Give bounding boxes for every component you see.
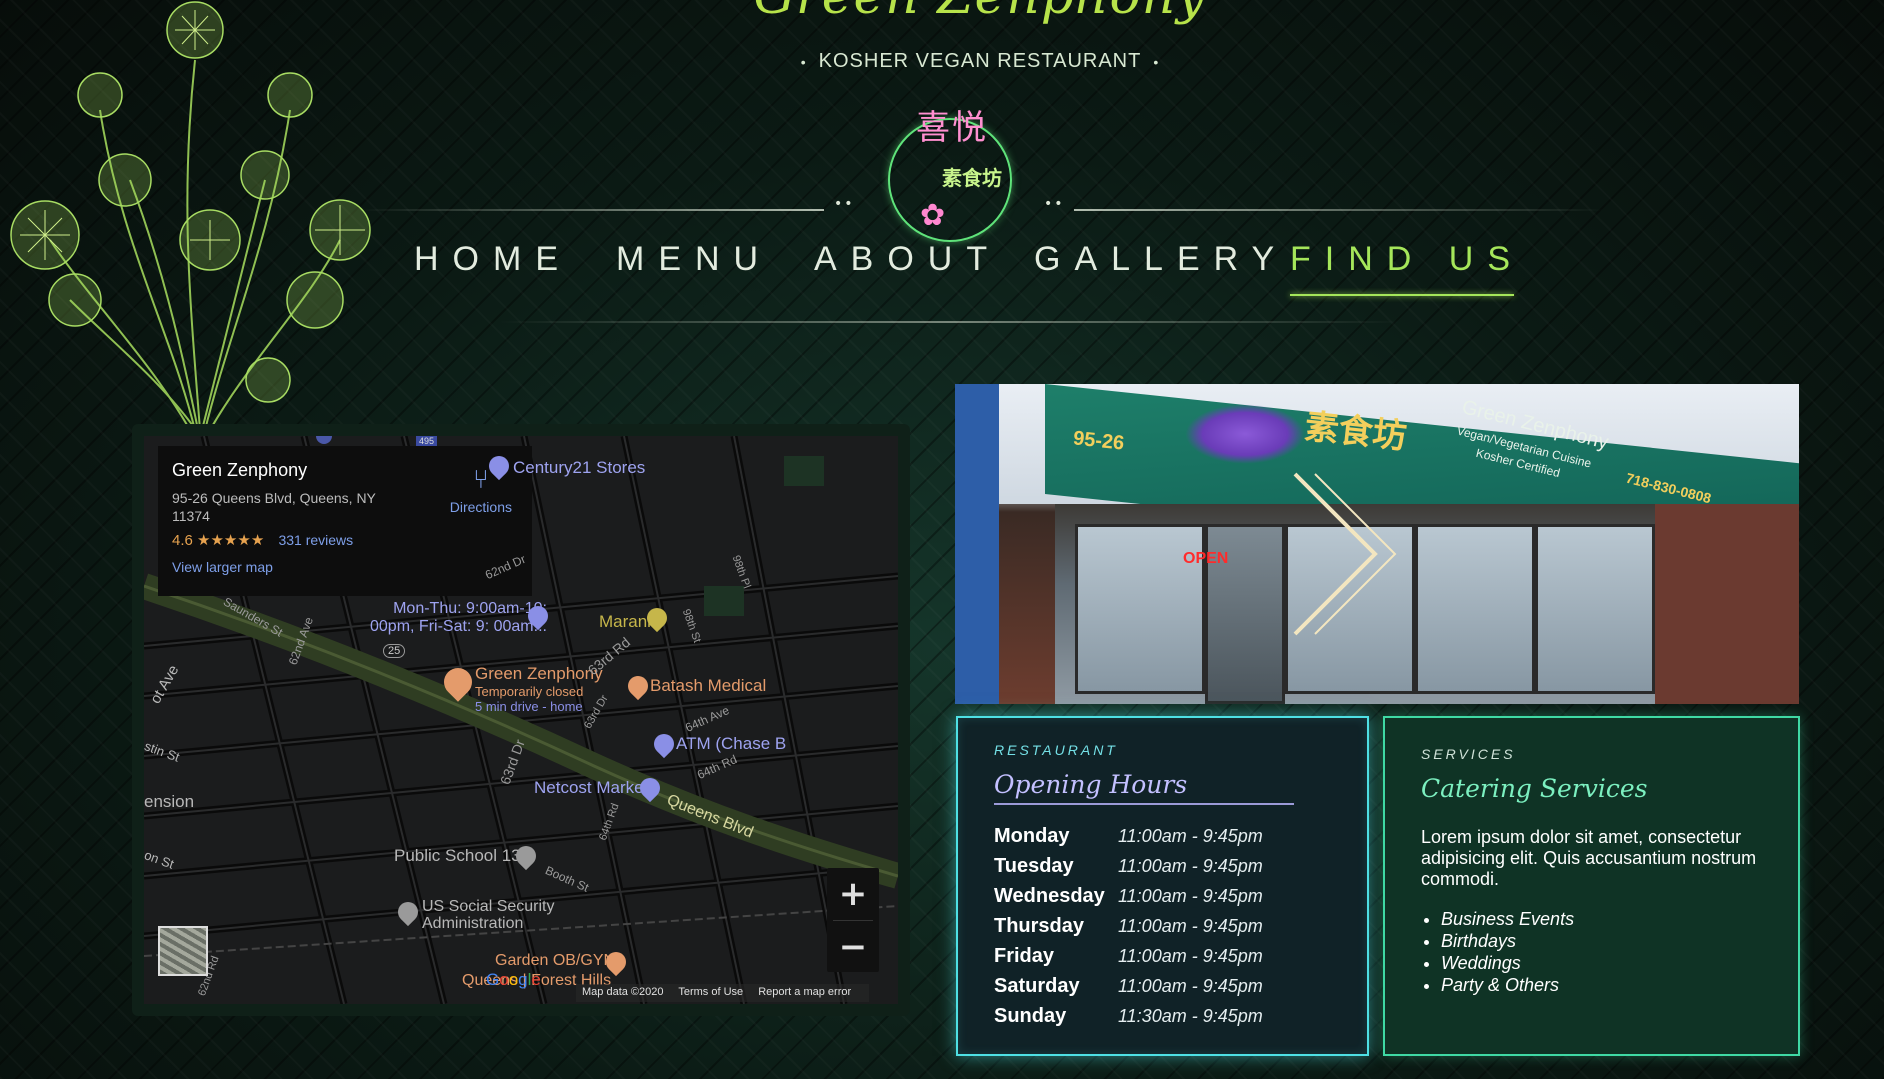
subtitle-text: KOSHER VEGAN RESTAURANT — [818, 50, 1142, 72]
map-label-garden-obgyn[interactable]: Garden OB/GYN — [495, 952, 615, 970]
photo-neon-chevron — [1293, 472, 1397, 636]
nav-dots-left: •• — [834, 196, 855, 212]
hours-day: Wednesday — [994, 884, 1105, 907]
zoom-in-button[interactable]: + — [827, 868, 879, 920]
hours-time: 11:30am - 9:45pm — [1118, 1005, 1263, 1026]
restaurant-logo[interactable]: 喜悦 素食坊 ✿ — [888, 100, 1012, 242]
map-place-address: 95-26 Queens Blvd, Queens, NY 11374 — [172, 490, 376, 524]
list-item: Business Events — [1441, 908, 1762, 930]
map-label-century21[interactable]: Century21 Stores — [513, 458, 645, 478]
hours-day: Saturday — [994, 974, 1080, 997]
map-label-public-school[interactable]: Public School 139 — [394, 846, 530, 866]
map-label-atm[interactable]: ATM (Chase B — [676, 734, 786, 754]
nav-about[interactable]: ABOUT — [814, 240, 1001, 279]
photo-open-sign: OPEN — [1183, 550, 1229, 567]
map-rating: 4.6 ★★★★★ 331 reviews — [172, 531, 518, 549]
route-25-shield: 25 — [383, 644, 406, 658]
photo-blue-post — [955, 384, 999, 704]
nav-menu[interactable]: MENU — [616, 240, 772, 279]
highway-495-shield: 495 — [416, 436, 438, 446]
hours-row: Friday 11:00am - 9:45pm — [994, 941, 1331, 971]
report-map-error-link[interactable]: Report a map error — [758, 986, 851, 998]
storefront-photo: 95-26 素食坊 Green Zenphony Vegan/Vegetaria… — [955, 384, 1799, 704]
nav-home[interactable]: HOME — [414, 240, 572, 279]
services-list: Business Events Birthdays Weddings Party… — [1421, 908, 1762, 996]
map-label-drive-time: 5 min drive - home — [475, 699, 583, 714]
map-label-ssa[interactable]: US Social Security Administration — [422, 898, 555, 932]
list-item: Party & Others — [1441, 974, 1762, 996]
map-label-batash[interactable]: Batash Medical — [650, 676, 766, 696]
map-label-netcost[interactable]: Netcost Market — [534, 778, 648, 798]
hours-day: Friday — [994, 944, 1055, 967]
nav-line-right — [1074, 209, 1604, 211]
google-logo: Google — [486, 970, 541, 989]
hours-time: 11:00am - 9:45pm — [1118, 885, 1263, 906]
photo-sign-chinese: 素食坊 — [1302, 407, 1409, 457]
site-title: Green Zenphony — [720, 0, 1240, 26]
star-icons: ★★★★★ — [197, 532, 265, 549]
services-eyebrow: SERVICES — [1421, 746, 1516, 762]
photo-brick — [1655, 504, 1799, 704]
hours-row: Tuesday 11:00am - 9:45pm — [994, 851, 1331, 881]
subtitle-dot-left: • — [800, 54, 807, 70]
hours-row: Monday 11:00am - 9:45pm — [994, 821, 1331, 851]
catering-services-card: SERVICES Catering Services Lorem ipsum d… — [1383, 716, 1800, 1056]
map-footer: Map data ©2020 Terms of Use Report a map… — [576, 984, 870, 1002]
nav-find-us[interactable]: FIND US — [1290, 240, 1524, 296]
hours-row: Saturday 11:00am - 9:45pm — [994, 971, 1331, 1001]
opening-hours-card: RESTAURANT Opening Hours Monday 11:00am … — [956, 716, 1369, 1056]
hours-row: Thursday 11:00am - 9:45pm — [994, 911, 1331, 941]
services-description: Lorem ipsum dolor sit amet, consectetur … — [1421, 827, 1757, 889]
reviews-link[interactable]: 331 reviews — [278, 532, 353, 548]
lotus-flowers-illustration — [10, 1, 371, 430]
hours-day: Sunday — [994, 1004, 1067, 1027]
view-larger-map-link[interactable]: View larger map — [172, 559, 518, 575]
map-data-credit: Map data ©2020 — [582, 986, 664, 998]
map-label-temporarily-closed: Temporarily closed — [475, 684, 584, 699]
hours-row: Sunday 11:30am - 9:45pm — [994, 1001, 1331, 1031]
hours-day: Thursday — [994, 914, 1085, 937]
nav-dots-right: •• — [1044, 196, 1065, 212]
terms-of-use-link[interactable]: Terms of Use — [678, 986, 743, 998]
hours-time: 11:00am - 9:45pm — [1118, 975, 1263, 996]
rating-value: 4.6 — [172, 532, 193, 549]
embedded-map[interactable]: Green Zenphony 95-26 Queens Blvd, Queens… — [132, 424, 910, 1016]
lotus-icon: ✿ — [920, 198, 946, 233]
map-label-hours: Mon-Thu: 9:00am-10: 00pm, Fri-Sat: 9: 00… — [370, 600, 547, 635]
nav-gallery[interactable]: GALLERY — [1034, 240, 1288, 279]
hours-table: Monday 11:00am - 9:45pm Tuesday 11:00am … — [994, 821, 1331, 1031]
photo-window — [1415, 524, 1535, 694]
list-item: Weddings — [1441, 952, 1762, 974]
hours-title: Opening Hours — [994, 770, 1294, 805]
main-nav: HOME MENU ABOUT GALLERY FIND US — [400, 240, 1514, 300]
logo-chinese-mid: 素食坊 — [942, 166, 1002, 190]
hours-time: 11:00am - 9:45pm — [1118, 915, 1263, 936]
hours-time: 11:00am - 9:45pm — [1118, 825, 1263, 846]
list-item: Birthdays — [1441, 930, 1762, 952]
nav-underline-divider — [500, 321, 1400, 323]
map-label-ension: ension — [144, 792, 195, 811]
satellite-toggle-thumbnail[interactable] — [158, 926, 208, 976]
map-label-green-zenphony[interactable]: Green Zenphony — [475, 664, 603, 684]
subtitle-dot-right: • — [1153, 54, 1160, 70]
hours-day: Monday — [994, 824, 1070, 847]
hours-time: 11:00am - 9:45pm — [1118, 945, 1263, 966]
directions-label: Directions — [449, 499, 512, 515]
map-info-card: Green Zenphony 95-26 Queens Blvd, Queens… — [158, 446, 532, 596]
photo-lotus-logo — [1185, 404, 1305, 464]
nav-line-left — [360, 209, 824, 211]
services-title: Catering Services — [1421, 774, 1648, 803]
site-subtitle: • KOSHER VEGAN RESTAURANT • — [780, 50, 1180, 73]
zoom-controls: + − — [827, 868, 879, 972]
photo-window — [1535, 524, 1655, 694]
logo-chinese-top: 喜悦 — [916, 108, 988, 148]
zoom-out-button[interactable]: − — [827, 921, 879, 973]
map-canvas[interactable]: Green Zenphony 95-26 Queens Blvd, Queens… — [144, 436, 898, 1004]
hours-time: 11:00am - 9:45pm — [1118, 855, 1263, 876]
map-label-marani[interactable]: Marani — [599, 612, 651, 632]
hours-row: Wednesday 11:00am - 9:45pm — [994, 881, 1331, 911]
hours-day: Tuesday — [994, 854, 1074, 877]
hours-eyebrow: RESTAURANT — [994, 742, 1118, 758]
